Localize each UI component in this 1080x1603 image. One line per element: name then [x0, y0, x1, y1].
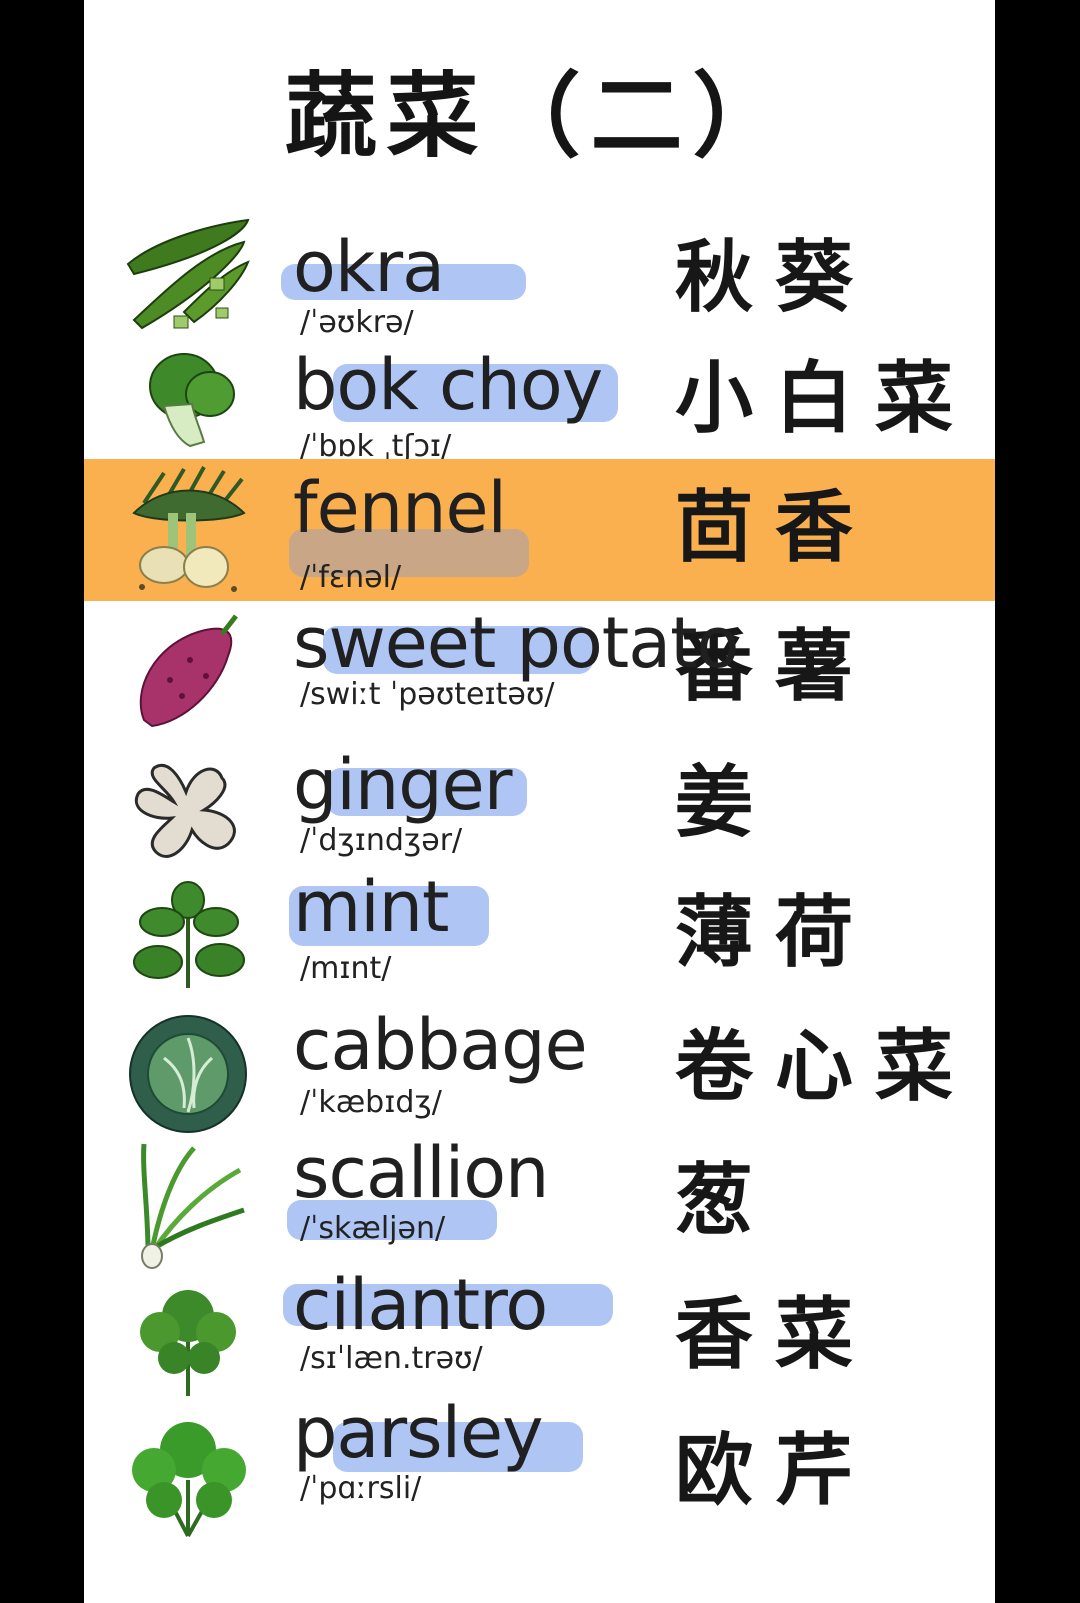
list-item: sweet potato /swiːt ˈpəʊteɪtəʊ/ 番薯	[84, 602, 995, 742]
word-text: cabbage	[293, 1004, 588, 1086]
chinese-text: 欧芹	[675, 1425, 876, 1516]
ipa-text: /ˈdʒɪndʒər/	[300, 823, 463, 858]
word-text: fennel	[289, 473, 529, 577]
list-item: mint /mɪnt/ 薄荷	[84, 872, 995, 1002]
chinese-text: 姜	[675, 757, 776, 848]
list-item-highlighted: fennel /ˈfɛnəl/ 茴香	[84, 459, 995, 601]
scallion-icon	[124, 1140, 254, 1270]
list-item: bok choy /ˈbɒk ˌtʃɔɪ/ 小白菜	[84, 346, 995, 462]
ipa-text: /swiːt ˈpəʊteɪtəʊ/	[300, 677, 555, 712]
chinese-text: 卷心菜	[675, 1021, 976, 1112]
chinese-text: 小白菜	[675, 353, 976, 444]
list-item: ginger /ˈdʒɪndʒər/ 姜	[84, 748, 995, 872]
ipa-text: /ˈfɛnəl/	[300, 560, 402, 595]
ipa-text: /ˈkæbɪdʒ/	[300, 1085, 442, 1120]
ginger-icon	[124, 748, 254, 872]
ipa-text: /mɪnt/	[300, 951, 392, 986]
ipa-text: /ˈskæljən/	[300, 1211, 446, 1246]
vocab-card: 蔬菜（二） okra /ˈəʊkrə/ 秋葵 bok choy /ˈbɒk ˌt…	[84, 0, 995, 1603]
ipa-text: /ˈbɒk ˌtʃɔɪ/	[300, 429, 452, 464]
word-text: ginger	[293, 750, 527, 820]
word-text: mint	[289, 872, 489, 946]
cilantro-icon	[124, 1276, 254, 1406]
word-text: okra	[281, 232, 526, 302]
word-text: bok choy	[293, 350, 618, 422]
chinese-text: 香菜	[675, 1289, 876, 1380]
mint-icon	[124, 878, 254, 1002]
list-item: cabbage /ˈkæbɪdʒ/ 卷心菜	[84, 1008, 995, 1138]
chinese-text: 薄荷	[675, 887, 876, 978]
bok-choy-icon	[124, 346, 254, 456]
ipa-text: /ˈəʊkrə/	[300, 305, 414, 340]
word-text: sweet potato	[293, 602, 739, 684]
cabbage-icon	[124, 1008, 254, 1138]
word-text: scallion	[287, 1138, 549, 1240]
page-title: 蔬菜（二）	[284, 62, 795, 170]
list-item: cilantro /sɪˈlæn.trəʊ/ 香菜	[84, 1270, 995, 1406]
list-item: parsley /ˈpɑːrsli/ 欧芹	[84, 1398, 995, 1546]
list-item: okra /ˈəʊkrə/ 秋葵	[84, 212, 995, 340]
word-text: cilantro	[283, 1270, 613, 1340]
word-text: parsley	[293, 1398, 583, 1472]
ipa-text: /sɪˈlæn.trəʊ/	[300, 1341, 483, 1376]
okra-icon	[124, 212, 254, 340]
chinese-text: 葱	[675, 1155, 776, 1246]
fennel-icon	[124, 463, 254, 597]
chinese-text: 茴香	[675, 482, 876, 573]
chinese-text: 秋葵	[675, 232, 876, 323]
parsley-icon	[124, 1410, 254, 1546]
sweet-potato-icon	[124, 610, 254, 742]
ipa-text: /ˈpɑːrsli/	[300, 1471, 422, 1506]
list-item: scallion /ˈskæljən/ 葱	[84, 1138, 995, 1270]
